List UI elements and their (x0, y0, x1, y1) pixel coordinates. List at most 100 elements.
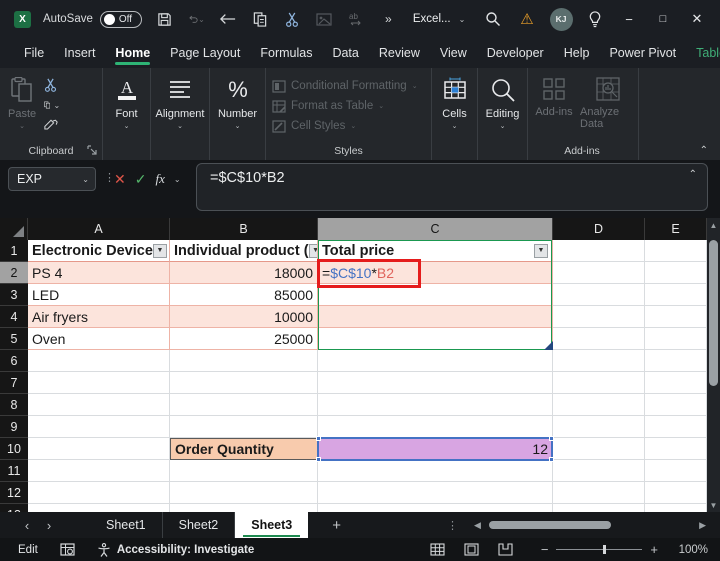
alert-warning-icon[interactable]: ⚠ (510, 4, 544, 34)
cell-a2[interactable]: PS 4 (28, 262, 170, 284)
formula-input[interactable]: =$C$10*B2 ⌃ (196, 163, 708, 211)
cell-b1[interactable]: Individual product (▼ (170, 240, 318, 262)
cell-b9[interactable] (170, 416, 318, 438)
ribbon-tab-file[interactable]: File (14, 40, 54, 67)
fx-chevron-icon[interactable]: ⌄ (174, 175, 181, 184)
horizontal-scroll-thumb[interactable] (489, 521, 611, 529)
row-header-5[interactable]: 5 (0, 328, 28, 350)
cell-d9[interactable] (553, 416, 645, 438)
zoom-out-icon[interactable]: − (541, 542, 549, 557)
row-header-6[interactable]: 6 (0, 350, 28, 372)
cell-c13[interactable] (318, 504, 553, 512)
cell-styles-button[interactable]: Cell Styles ⌄ (272, 116, 431, 136)
cell-e11[interactable] (645, 460, 707, 482)
cell-c8[interactable] (318, 394, 553, 416)
cell-c3[interactable] (318, 284, 553, 306)
maximize-button[interactable]: □ (646, 4, 680, 34)
normal-view-icon[interactable] (421, 543, 455, 556)
macro-record-icon[interactable] (60, 543, 75, 556)
undo-icon[interactable]: ⌄ (188, 11, 205, 28)
ribbon-tab-page-layout[interactable]: Page Layout (160, 40, 250, 67)
conditional-formatting-button[interactable]: Conditional Formatting ⌄ (272, 76, 431, 96)
cell-d12[interactable] (553, 482, 645, 504)
cell-b13[interactable] (170, 504, 318, 512)
name-box[interactable]: EXP ⌄ (8, 167, 96, 191)
sheet-tab-sheet2[interactable]: Sheet2 (163, 512, 236, 538)
page-break-preview-icon[interactable] (489, 543, 523, 556)
format-painter-icon[interactable] (44, 118, 60, 132)
scroll-up-icon[interactable]: ▲ (710, 218, 718, 232)
cell-e2[interactable] (645, 262, 707, 284)
row-header-3[interactable]: 3 (0, 284, 28, 306)
cell-e12[interactable] (645, 482, 707, 504)
cell-e6[interactable] (645, 350, 707, 372)
cell-b10[interactable]: Order Quantity (170, 438, 318, 460)
cell-d4[interactable] (553, 306, 645, 328)
cell-d8[interactable] (553, 394, 645, 416)
switch-case-icon[interactable]: ab (348, 11, 365, 28)
copy-icon[interactable] (252, 11, 269, 28)
zoom-slider-knob[interactable] (603, 545, 606, 554)
cell-c11[interactable] (318, 460, 553, 482)
paste-button[interactable]: Paste ⌄ (8, 68, 36, 132)
cell-a13[interactable] (28, 504, 170, 512)
filter-dropdown-icon[interactable]: ▼ (153, 244, 167, 258)
cell-e10[interactable] (645, 438, 707, 460)
page-layout-view-icon[interactable] (455, 543, 489, 556)
cell-c4[interactable] (318, 306, 553, 328)
hscroll-track[interactable] (485, 520, 695, 530)
picture-icon[interactable] (316, 11, 333, 28)
copy-small-icon[interactable]: ⌄ (44, 98, 60, 112)
cell-e8[interactable] (645, 394, 707, 416)
search-icon[interactable] (476, 4, 510, 34)
cell-b12[interactable] (170, 482, 318, 504)
new-sheet-icon[interactable]: + (332, 517, 341, 534)
collapse-ribbon-icon[interactable]: ⌃ (700, 145, 708, 156)
cell-c2[interactable]: =$C$10*B2 (318, 262, 553, 284)
cell-d11[interactable] (553, 460, 645, 482)
cell-e1[interactable] (645, 240, 707, 262)
cell-d7[interactable] (553, 372, 645, 394)
select-all-corner[interactable] (0, 218, 28, 240)
alignment-button[interactable]: Alignment ⌄ (151, 68, 209, 130)
save-icon[interactable] (156, 11, 173, 28)
accessibility-status[interactable]: Accessibility: Investigate (117, 544, 254, 556)
row-header-11[interactable]: 11 (0, 460, 28, 482)
sheet-tab-sheet1[interactable]: Sheet1 (90, 512, 163, 538)
cell-a6[interactable] (28, 350, 170, 372)
hscroll-left-icon[interactable]: ◀ (470, 520, 485, 531)
column-header-b[interactable]: B (170, 218, 318, 240)
cell-c10[interactable]: 12 (318, 438, 553, 460)
filter-dropdown-icon[interactable]: ▼ (534, 244, 548, 258)
cancel-formula-icon[interactable]: ✕ (114, 171, 126, 188)
row-header-1[interactable]: 1 (0, 240, 28, 262)
row-header-10[interactable]: 10 (0, 438, 28, 460)
cell-c6[interactable] (318, 350, 553, 372)
row-header-4[interactable]: 4 (0, 306, 28, 328)
cell-d6[interactable] (553, 350, 645, 372)
cell-d3[interactable] (553, 284, 645, 306)
cell-a4[interactable]: Air fryers (28, 306, 170, 328)
filter-dropdown-icon[interactable]: ▼ (309, 244, 318, 258)
ribbon-tab-review[interactable]: Review (369, 40, 430, 67)
zoom-in-icon[interactable]: + (650, 542, 658, 557)
cell-b7[interactable] (170, 372, 318, 394)
excel-logo-icon[interactable]: X (14, 11, 31, 28)
collapse-formula-bar-icon[interactable]: ⌃ (689, 169, 697, 180)
row-header-2[interactable]: 2 (0, 262, 28, 284)
cell-a12[interactable] (28, 482, 170, 504)
cell-c7[interactable] (318, 372, 553, 394)
ribbon-tab-home[interactable]: Home (105, 40, 160, 67)
cell-c5[interactable] (318, 328, 553, 350)
format-as-table-button[interactable]: Format as Table ⌄ (272, 96, 431, 116)
cell-a7[interactable] (28, 372, 170, 394)
row-header-13[interactable]: 13 (0, 504, 28, 512)
vertical-scrollbar[interactable]: ▲ ▼ (707, 218, 720, 512)
cell-d10[interactable] (553, 438, 645, 460)
tips-lightbulb-icon[interactable] (578, 4, 612, 34)
minimize-button[interactable]: − (612, 4, 646, 34)
hscroll-right-icon[interactable]: ▶ (695, 520, 710, 531)
cell-a10[interactable] (28, 438, 170, 460)
cell-a1[interactable]: Electronic Device▼ (28, 240, 170, 262)
clipboard-dialog-launcher[interactable] (87, 145, 98, 156)
